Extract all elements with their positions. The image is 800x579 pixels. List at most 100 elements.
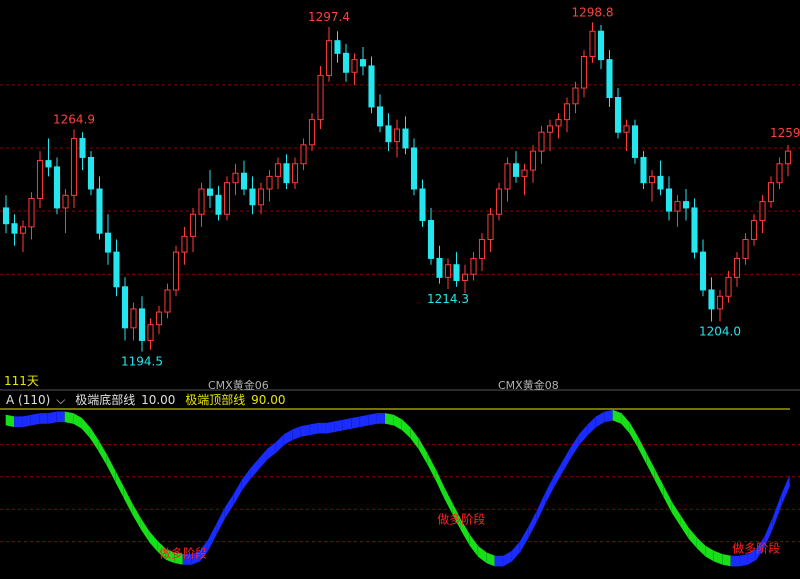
falling-segment bbox=[646, 453, 656, 481]
period-label: 111天 bbox=[4, 374, 39, 388]
candle-body bbox=[623, 125, 630, 133]
candle bbox=[274, 157, 282, 189]
rising-segment bbox=[39, 413, 49, 424]
candle-body bbox=[614, 97, 622, 133]
candle bbox=[640, 151, 647, 189]
candle-body bbox=[274, 163, 282, 177]
candle bbox=[206, 170, 214, 208]
rising-segment bbox=[267, 442, 277, 460]
candle bbox=[614, 88, 622, 139]
candle bbox=[164, 283, 171, 319]
falling-segment bbox=[713, 550, 723, 565]
candle bbox=[96, 176, 103, 240]
rising-segment bbox=[730, 555, 740, 567]
candle bbox=[189, 207, 197, 253]
candle bbox=[521, 163, 528, 196]
rising-segment bbox=[519, 525, 529, 553]
candle-body bbox=[478, 238, 486, 259]
rising-segment bbox=[545, 476, 555, 503]
candle bbox=[674, 195, 681, 227]
candle-body bbox=[750, 220, 758, 240]
candle-body bbox=[589, 30, 596, 57]
falling-segment bbox=[140, 517, 150, 543]
candle-body bbox=[19, 226, 27, 234]
falling-segment bbox=[621, 412, 631, 435]
candle-body bbox=[36, 160, 44, 199]
candle bbox=[716, 289, 724, 322]
rising-segment bbox=[570, 433, 580, 459]
candle bbox=[648, 170, 656, 202]
candle bbox=[113, 239, 120, 297]
candle-body bbox=[2, 207, 10, 225]
candle bbox=[597, 24, 605, 70]
low-price-label: 1214.3 bbox=[427, 292, 469, 306]
candle-body bbox=[436, 257, 443, 278]
candle bbox=[495, 182, 503, 221]
candle bbox=[368, 56, 375, 114]
falling-segment bbox=[722, 554, 732, 567]
candle bbox=[308, 113, 316, 152]
candle-body bbox=[410, 147, 418, 190]
falling-segment bbox=[637, 437, 647, 465]
candle-body bbox=[427, 220, 435, 259]
rising-segment bbox=[604, 409, 614, 423]
falling-segment bbox=[688, 527, 698, 550]
rising-segment bbox=[30, 413, 41, 426]
candle-body bbox=[708, 289, 715, 310]
falling-segment bbox=[81, 417, 91, 439]
candle bbox=[682, 189, 690, 221]
candle-body bbox=[189, 213, 197, 237]
falling-segment bbox=[149, 530, 159, 553]
falling-segment bbox=[654, 470, 664, 497]
chart-canvas: 1264.9 1297.4 1298.8 1259 1194.5 1214.3 1204.0… bbox=[0, 5, 800, 567]
rising-segment bbox=[359, 414, 369, 428]
candle bbox=[385, 113, 392, 152]
candle-body bbox=[555, 119, 562, 127]
long-stage-label: 做多阶段 bbox=[732, 541, 780, 556]
candle-body bbox=[665, 188, 673, 212]
candle-body bbox=[104, 232, 112, 253]
candle-body bbox=[538, 131, 545, 152]
candle-body bbox=[325, 40, 333, 76]
candle bbox=[767, 176, 775, 208]
rising-segment bbox=[376, 413, 386, 424]
rising-segment bbox=[562, 446, 572, 474]
candle-body bbox=[291, 163, 299, 184]
falling-segment bbox=[444, 487, 454, 515]
candle bbox=[631, 119, 639, 164]
rising-segment bbox=[56, 411, 66, 423]
falling-segment bbox=[680, 514, 690, 540]
rising-segment bbox=[351, 416, 361, 429]
candle-body bbox=[776, 163, 783, 184]
candle-body bbox=[249, 188, 256, 206]
rising-segment bbox=[342, 417, 352, 431]
indicator-selector[interactable]: A (110) ⌵ bbox=[6, 393, 65, 407]
candle bbox=[198, 182, 205, 227]
candle bbox=[342, 43, 350, 82]
candle bbox=[325, 26, 333, 82]
candle-body bbox=[308, 119, 316, 146]
candle bbox=[512, 151, 520, 183]
legend-bottom-line-name: 极端底部线 bbox=[75, 393, 136, 407]
candle bbox=[70, 129, 78, 208]
falling-segment bbox=[123, 487, 133, 515]
candle bbox=[725, 271, 732, 303]
rising-segment bbox=[22, 414, 32, 428]
candle bbox=[36, 151, 44, 208]
indicator-legend: A (110) ⌵ 极端底部线 10.00 极端顶部线 90.00 bbox=[6, 391, 291, 408]
falling-segment bbox=[469, 534, 479, 558]
candle-body bbox=[240, 172, 248, 190]
candlestick-series bbox=[2, 22, 792, 352]
candle bbox=[283, 154, 290, 189]
falling-segment bbox=[5, 414, 15, 428]
candle-body bbox=[79, 138, 86, 158]
high-price-label: 1298.8 bbox=[572, 5, 614, 19]
candle bbox=[11, 214, 18, 246]
rising-segment bbox=[224, 493, 234, 519]
candle bbox=[121, 277, 129, 341]
candle-body bbox=[461, 273, 469, 282]
candle-body bbox=[130, 308, 137, 329]
legend-top-line-value: 90.00 bbox=[251, 393, 286, 407]
candle-body bbox=[359, 59, 367, 67]
rising-segment bbox=[578, 424, 588, 446]
